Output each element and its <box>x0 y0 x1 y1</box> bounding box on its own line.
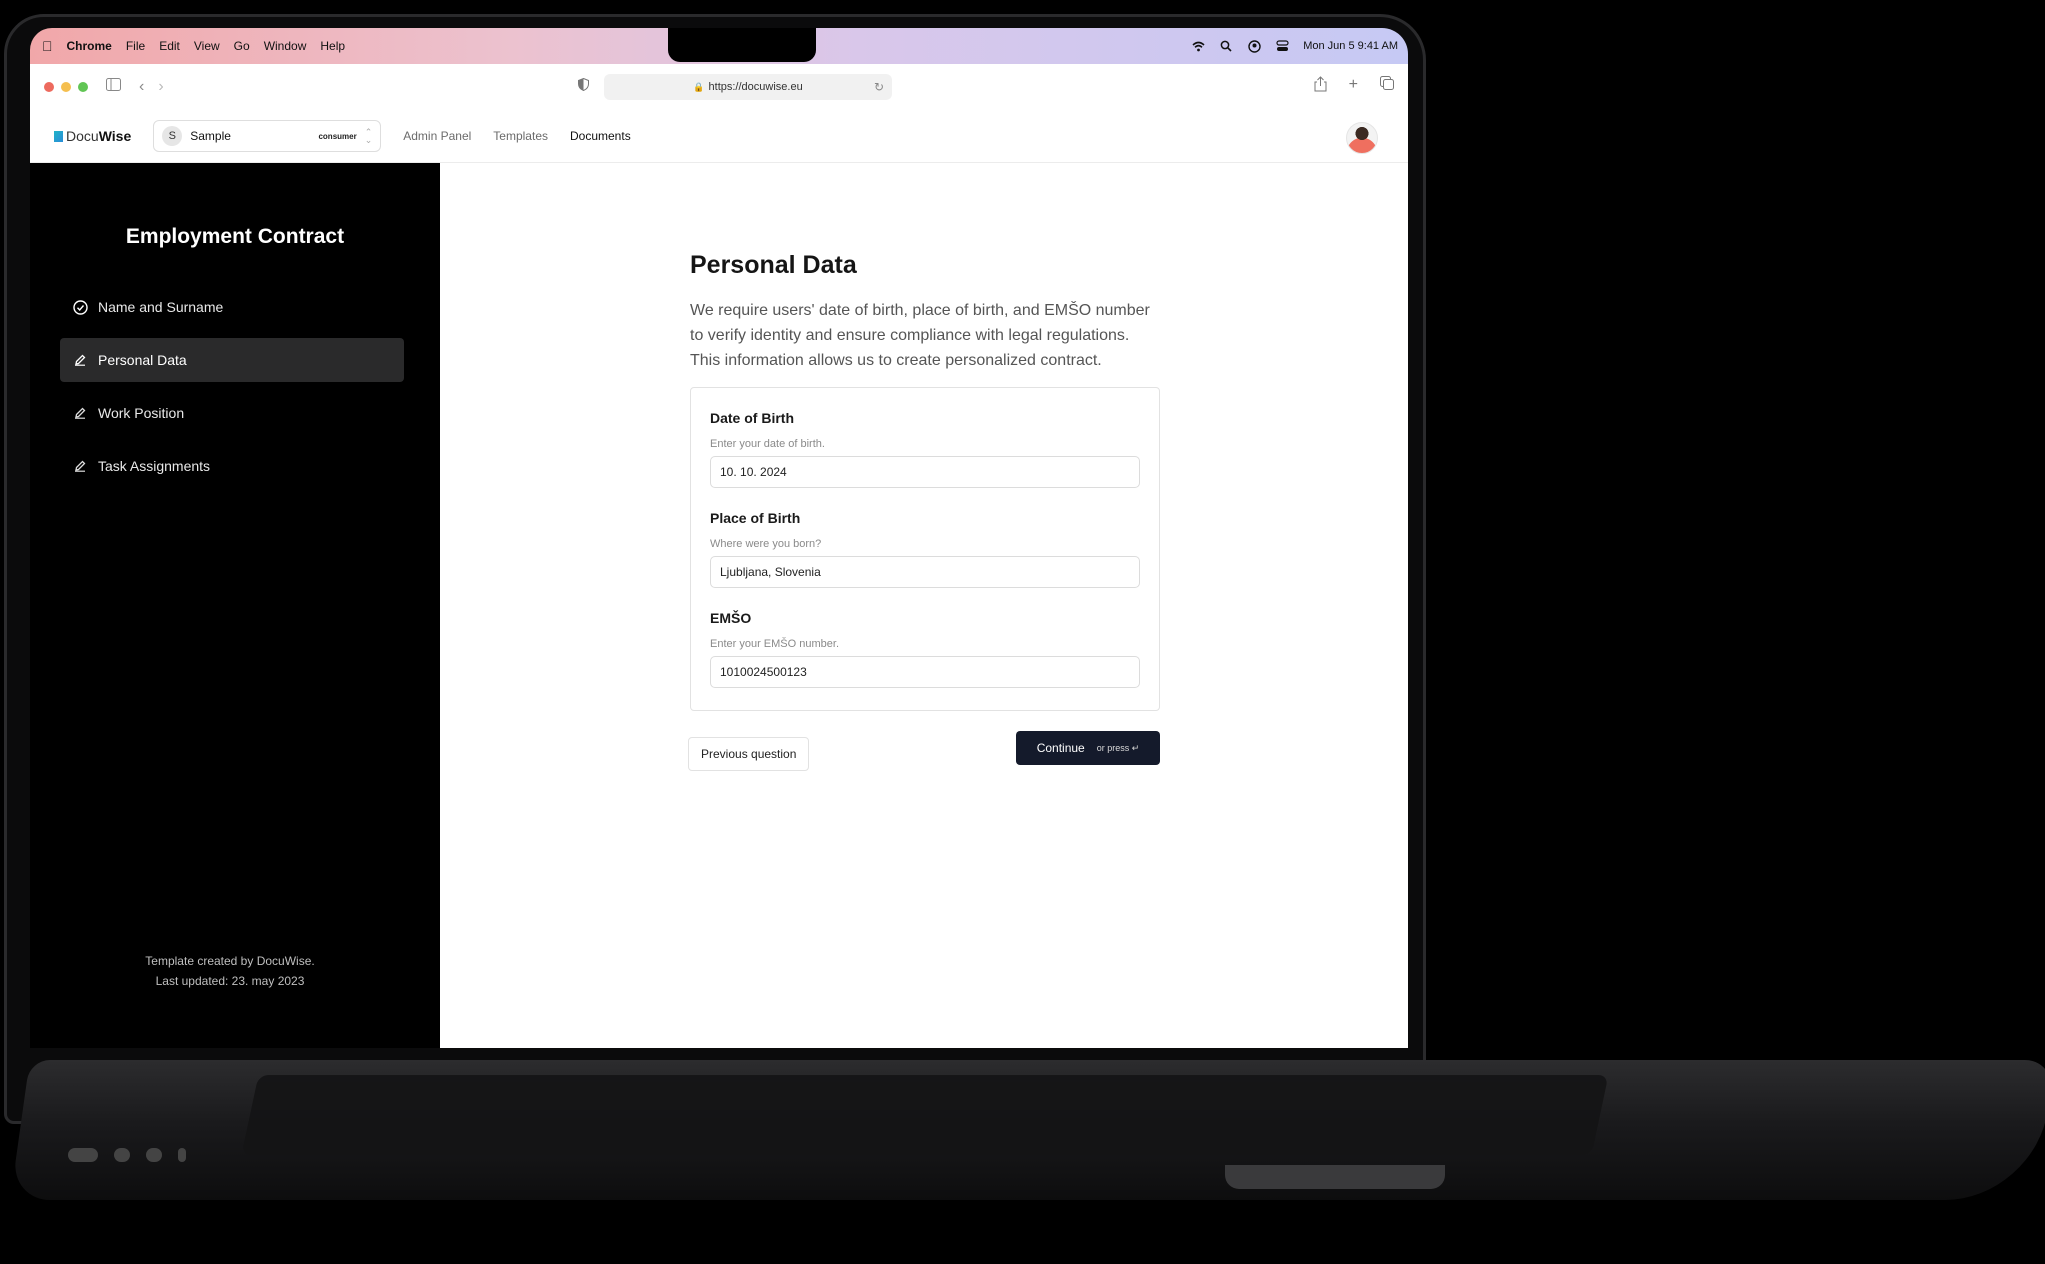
forward-icon[interactable]: › <box>158 78 163 96</box>
place-of-birth-input[interactable] <box>710 556 1140 588</box>
pencil-icon <box>72 460 88 472</box>
nav-admin-panel[interactable]: Admin Panel <box>403 129 471 143</box>
section-title: Personal Data <box>690 251 857 279</box>
docuwise-logo[interactable]: Docu Wise <box>54 128 131 144</box>
menu-help[interactable]: Help <box>320 39 345 53</box>
last-updated: Last updated: 23. may 2023 <box>155 974 305 988</box>
form-card: Date of Birth Enter your date of birth. … <box>690 387 1160 711</box>
emso-field: EMŠO Enter your EMŠO number. <box>710 610 1140 688</box>
lock-icon: 🔒 <box>693 81 705 92</box>
field-help-text: Enter your EMŠO number. <box>710 638 839 650</box>
logo-suffix: Wise <box>98 128 132 144</box>
continue-button[interactable]: Continue or press ↵ <box>1016 731 1160 765</box>
minimize-window-button[interactable] <box>61 82 71 92</box>
tab-overview-icon[interactable] <box>1380 76 1394 97</box>
pencil-icon <box>72 407 88 419</box>
menu-edit[interactable]: Edit <box>159 39 180 53</box>
step-label: Task Assignments <box>98 458 211 474</box>
steps-sidebar: Employment Contract Name and Surname Per… <box>30 163 440 1048</box>
step-personal-data[interactable]: Personal Data <box>60 338 404 382</box>
wifi-icon[interactable] <box>1191 39 1205 53</box>
place-of-birth-field: Place of Birth Where were you born? <box>710 510 1140 588</box>
pencil-icon <box>72 354 88 366</box>
field-help-text: Enter your date of birth. <box>710 438 825 450</box>
maximize-window-button[interactable] <box>78 82 88 92</box>
form-column: Personal Data We require users' date of … <box>688 251 1160 797</box>
menu-view[interactable]: View <box>194 39 220 53</box>
new-tab-icon[interactable]: + <box>1349 76 1358 97</box>
org-role-badge: consumer <box>318 131 357 141</box>
template-credit: Template created by DocuWise. <box>145 954 315 968</box>
browser-actions: + <box>1314 76 1394 97</box>
menubar-status-area: Mon Jun 5 9:41 AM <box>1191 28 1398 64</box>
window-controls <box>44 82 88 92</box>
org-name: Sample <box>190 129 231 143</box>
menu-file[interactable]: File <box>126 39 145 53</box>
user-avatar[interactable] <box>1346 122 1378 154</box>
back-icon[interactable]: ‹ <box>139 78 144 96</box>
field-label: EMŠO <box>710 610 752 626</box>
emso-input[interactable] <box>710 656 1140 688</box>
step-label: Work Position <box>98 405 185 421</box>
close-window-button[interactable] <box>44 82 54 92</box>
sidebar-toggle-icon[interactable] <box>106 78 121 96</box>
date-of-birth-field: Date of Birth Enter your date of birth. <box>710 410 1140 488</box>
menu-window[interactable]: Window <box>264 39 307 53</box>
app-header: Docu Wise S Sample consumer ⌃ ⌄ Admin Pane… <box>30 110 1408 163</box>
menu-app-name[interactable]: Chrome <box>67 39 112 53</box>
camera-notch <box>668 28 816 62</box>
control-center-icon[interactable] <box>1275 39 1289 53</box>
usb-c-port <box>146 1148 162 1162</box>
menu-go[interactable]: Go <box>234 39 250 53</box>
nav-documents[interactable]: Documents <box>570 129 631 143</box>
continue-label: Continue <box>1036 741 1085 755</box>
apple-icon[interactable]:  <box>42 38 53 54</box>
address-bar[interactable]: 🔒 https://docuwise.eu ↻ <box>604 74 892 100</box>
previous-question-button[interactable]: Previous question <box>688 737 810 771</box>
browser-toolbar: ‹ › 🔒 https://docuwise.eu ↻ + <box>30 64 1408 111</box>
sidebar-footer: Template created by DocuWise. Last updat… <box>30 951 430 991</box>
chevron-up-down-icon: ⌃ ⌄ <box>364 127 373 145</box>
url-text: https://docuwise.eu <box>708 81 803 93</box>
usb-c-port <box>114 1148 130 1162</box>
org-avatar: S <box>162 126 183 146</box>
reload-icon[interactable]: ↻ <box>874 80 884 94</box>
organization-select[interactable]: S Sample consumer ⌃ ⌄ <box>153 120 382 152</box>
menubar-datetime[interactable]: Mon Jun 5 9:41 AM <box>1303 40 1398 52</box>
search-icon[interactable] <box>1219 39 1233 53</box>
field-label: Place of Birth <box>710 510 801 526</box>
logo-prefix: Docu <box>66 128 99 144</box>
main-content: Personal Data We require users' date of … <box>440 163 1408 1048</box>
user-icon[interactable] <box>1247 39 1261 53</box>
logo-mark-icon <box>54 130 63 142</box>
check-circle-icon <box>72 299 88 315</box>
privacy-shield-icon[interactable] <box>578 77 589 94</box>
step-name-and-surname[interactable]: Name and Surname <box>60 285 404 329</box>
step-work-position[interactable]: Work Position <box>60 391 404 435</box>
document-title: Employment Contract <box>125 225 345 248</box>
share-icon[interactable] <box>1314 76 1327 97</box>
magsafe-port <box>68 1148 98 1162</box>
section-description: We require users' date of birth, place o… <box>690 302 1150 369</box>
enter-key-hint: or press ↵ <box>1096 742 1140 753</box>
step-label: Personal Data <box>98 352 187 368</box>
date-of-birth-input[interactable] <box>710 456 1140 488</box>
headphone-port <box>178 1148 186 1162</box>
laptop-screen:  Chrome File Edit View Go Window Help M… <box>30 28 1408 1048</box>
field-label: Date of Birth <box>710 410 794 426</box>
field-help-text: Where were you born? <box>710 538 822 550</box>
laptop-keyboard <box>241 1075 1609 1155</box>
form-actions: Previous question Continue or press ↵ <box>688 731 1160 797</box>
nav-templates[interactable]: Templates <box>493 129 548 143</box>
laptop-opening-notch <box>1225 1165 1445 1189</box>
step-task-assignments[interactable]: Task Assignments <box>60 444 404 488</box>
step-label: Name and Surname <box>98 299 224 315</box>
